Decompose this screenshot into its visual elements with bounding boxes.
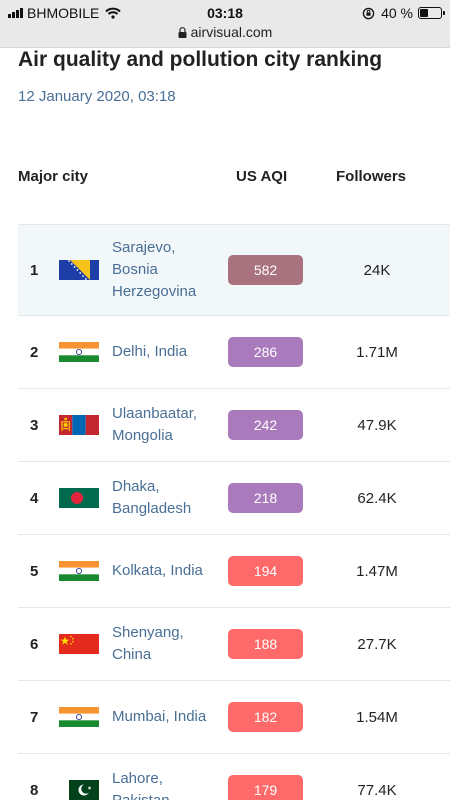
url-text: airvisual.com xyxy=(190,24,273,40)
followers-count: 62.4K xyxy=(357,489,397,507)
page-title: Air quality and pollution city ranking xyxy=(18,48,383,71)
table-row[interactable]: 5 Kolkata, India 194 1.47M xyxy=(18,534,450,607)
city-link[interactable]: Shenyang, China xyxy=(112,608,222,680)
rank: 7 xyxy=(30,708,39,726)
followers-count: 47.9K xyxy=(357,416,397,434)
table-header: Major city US AQI Followers xyxy=(18,168,450,188)
bosnia-herzegovina-flag-icon xyxy=(59,260,99,280)
aqi-badge: 179 xyxy=(228,775,303,800)
aqi-badge: 218 xyxy=(228,483,303,513)
status-bar: BHMOBILE 03:18 40 % airvisual.com xyxy=(0,0,450,48)
aqi-badge: 194 xyxy=(228,556,303,586)
table-row[interactable]: 1 Sarajevo, Bosnia Herzegovina 582 24K xyxy=(18,224,450,315)
india-flag-icon xyxy=(59,342,99,362)
battery-level xyxy=(420,9,428,17)
pakistan-flag-icon xyxy=(59,780,99,800)
aqi-badge: 188 xyxy=(228,629,303,659)
aqi-badge: 242 xyxy=(228,410,303,440)
city-link[interactable]: Dhaka, Bangladesh xyxy=(112,462,222,534)
city-link[interactable]: Kolkata, India xyxy=(112,535,222,607)
city-link[interactable]: Mumbai, India xyxy=(112,681,222,753)
table-row[interactable]: 2 Delhi, India 286 1.71M xyxy=(18,315,450,388)
followers-count: 24K xyxy=(363,261,391,279)
followers-count: 77.4K xyxy=(357,781,397,799)
followers-count: 1.71M xyxy=(356,343,398,361)
rank: 2 xyxy=(30,343,39,361)
header-major-city[interactable]: Major city xyxy=(18,168,88,185)
table-row[interactable]: 6 Shenyang, China 188 27.7K xyxy=(18,607,450,680)
rank: 6 xyxy=(30,635,39,653)
rotation-lock-icon xyxy=(362,7,375,19)
page-date: 12 January 2020, 03:18 xyxy=(18,88,176,105)
city-link[interactable]: Delhi, India xyxy=(112,316,222,388)
header-us-aqi[interactable]: US AQI xyxy=(236,168,287,185)
table-row[interactable]: 4 Dhaka, Bangladesh 218 62.4K xyxy=(18,461,450,534)
india-flag-icon xyxy=(59,707,99,727)
rank: 1 xyxy=(30,261,39,279)
url-bar[interactable]: airvisual.com xyxy=(0,24,450,40)
status-right: 40 % xyxy=(362,5,445,21)
ranking-table: 1 Sarajevo, Bosnia Herzegovina 582 24K 2… xyxy=(18,224,450,800)
header-followers[interactable]: Followers xyxy=(336,168,406,185)
city-link[interactable]: Sarajevo, Bosnia Herzegovina xyxy=(112,225,222,315)
battery-icon xyxy=(418,7,445,19)
aqi-badge: 582 xyxy=(228,255,303,285)
table-row[interactable]: 8 Lahore, Pakistan 179 77.4K xyxy=(18,753,450,800)
lock-icon xyxy=(178,27,187,38)
followers-count: 1.54M xyxy=(356,708,398,726)
battery-percent: 40 % xyxy=(381,5,413,21)
city-link[interactable]: Lahore, Pakistan xyxy=(112,754,222,800)
rank: 3 xyxy=(30,416,39,434)
mongolia-flag-icon xyxy=(59,415,99,435)
china-flag-icon xyxy=(59,634,99,654)
bangladesh-flag-icon xyxy=(59,488,99,508)
followers-count: 1.47M xyxy=(356,562,398,580)
table-row[interactable]: 7 Mumbai, India 182 1.54M xyxy=(18,680,450,753)
table-row[interactable]: 3 Ulaanbaatar, Mongolia 242 47.9K xyxy=(18,388,450,461)
rank: 8 xyxy=(30,781,39,799)
followers-count: 27.7K xyxy=(357,635,397,653)
aqi-badge: 182 xyxy=(228,702,303,732)
city-link[interactable]: Ulaanbaatar, Mongolia xyxy=(112,389,222,461)
india-flag-icon xyxy=(59,561,99,581)
aqi-badge: 286 xyxy=(228,337,303,367)
rank: 4 xyxy=(30,489,39,507)
rank: 5 xyxy=(30,562,39,580)
